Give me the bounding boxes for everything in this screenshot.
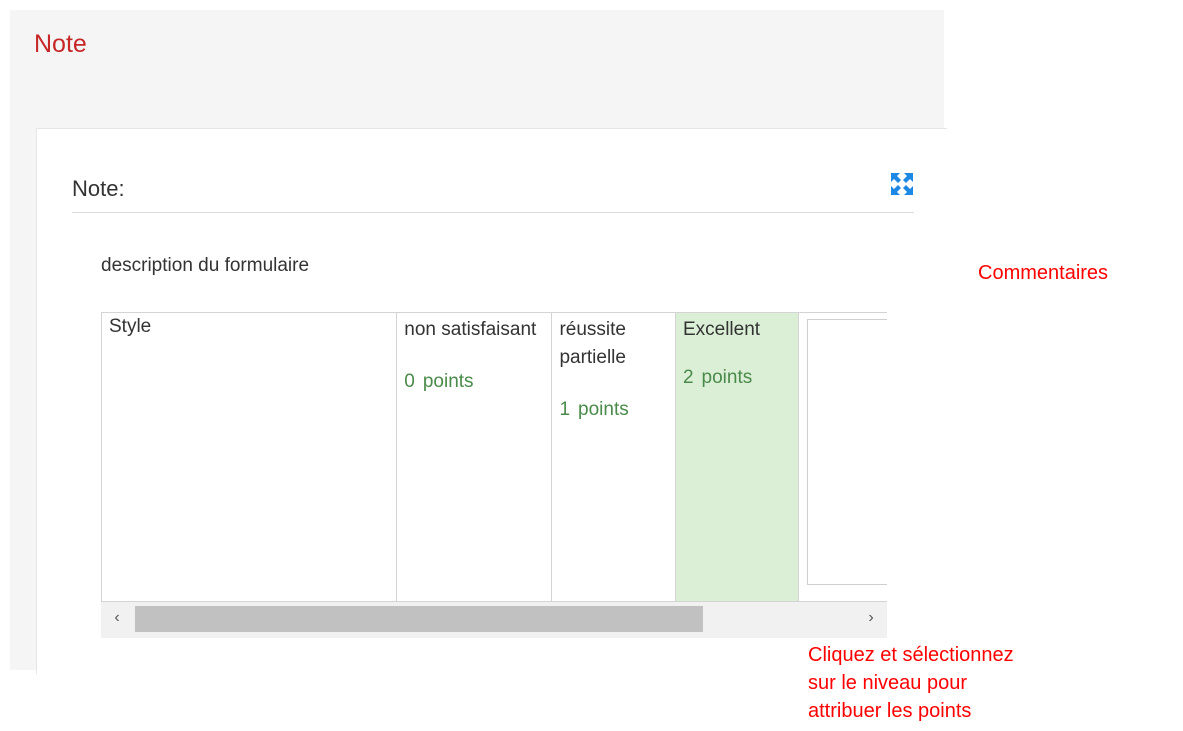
rubric-table: Style non satisfaisant 0 points réussite …: [101, 312, 887, 602]
annotation-comments: Commentaires: [978, 262, 1109, 284]
level-cell-1[interactable]: réussite partielle 1 points: [551, 312, 676, 602]
annotation-line: Cliquez et sélectionnez: [808, 644, 1014, 666]
level-cell-0[interactable]: non satisfaisant 0 points: [396, 312, 553, 602]
note-header: Note:: [72, 172, 914, 213]
expand-arrows-icon[interactable]: [890, 172, 914, 196]
rubric-scroll-area: Style non satisfaisant 0 points réussite …: [101, 312, 887, 638]
annotation-line: sur le niveau pour: [808, 672, 967, 694]
scroll-left-icon[interactable]: ‹: [107, 608, 127, 628]
criterion-label: Style: [109, 316, 152, 337]
level-name: non satisfaisant: [404, 319, 537, 340]
level-points: 0 points: [404, 371, 474, 392]
note-label: Note:: [72, 176, 125, 201]
comment-textarea[interactable]: [806, 319, 887, 585]
criterion-cell: Style: [101, 312, 398, 602]
level-points: 2 points: [682, 367, 753, 388]
page-title: Note: [34, 30, 87, 58]
level-name: réussite partielle: [559, 319, 626, 368]
level-name: Excellent: [682, 319, 761, 340]
level-cell-2-selected[interactable]: Excellent 2 points: [674, 312, 799, 602]
annotation-instructions: Cliquez et sélectionnez sur le niveau po…: [808, 641, 1014, 725]
form-description: description du formulaire: [101, 255, 310, 276]
rubric-row: Style non satisfaisant 0 points réussite …: [101, 312, 887, 602]
horizontal-scrollbar[interactable]: ‹ ›: [101, 602, 887, 638]
scroll-thumb[interactable]: [135, 606, 703, 632]
comment-cell: [797, 312, 887, 602]
scroll-right-icon[interactable]: ›: [861, 608, 881, 628]
annotation-line: attribuer les points: [808, 700, 972, 722]
level-points: 1 points: [559, 399, 629, 420]
